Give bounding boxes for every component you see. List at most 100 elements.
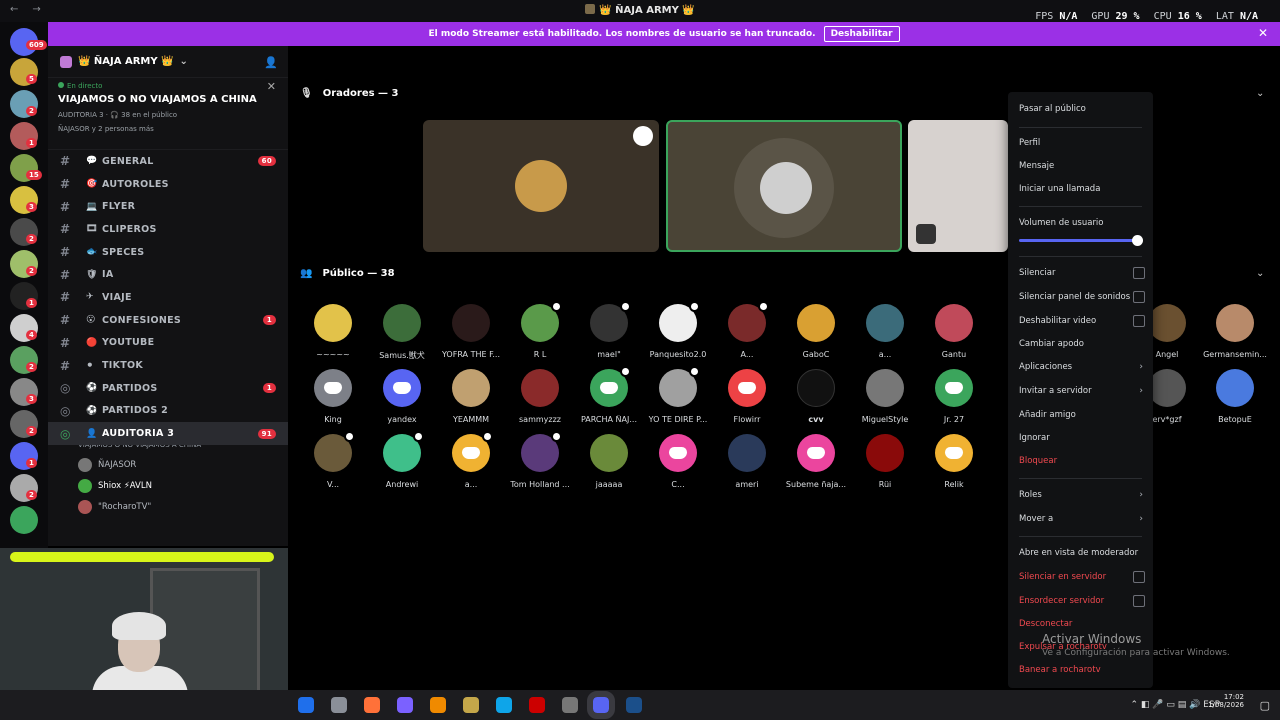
voice-user[interactable]: Shiox ⚡AVLN	[48, 476, 288, 497]
invite-item[interactable]: Invitar a servidor ›	[1019, 386, 1145, 396]
audience-member[interactable]: yandex	[369, 369, 435, 424]
disable-streamer-button[interactable]: Deshabilitar	[823, 26, 900, 42]
slider-knob[interactable]	[1132, 235, 1143, 246]
channel-item[interactable]: # ✈ VIAJE	[48, 286, 288, 309]
clock[interactable]: 17:02 1/08/2026	[1208, 693, 1244, 709]
audience-member[interactable]: mael"	[576, 301, 642, 359]
mod-view-item[interactable]: Abre en vista de moderador	[1019, 548, 1145, 558]
outlook-icon[interactable]	[298, 697, 314, 713]
audience-member[interactable]: YEAMMM	[438, 369, 504, 424]
channel-item[interactable]: # 🔴 YOUTUBE	[48, 332, 288, 355]
disable-video-item[interactable]: Deshabilitar video	[1019, 315, 1145, 327]
audience-member[interactable]: ameri	[714, 434, 780, 489]
audience-member[interactable]: GaboC	[783, 304, 849, 359]
chevron-down-icon[interactable]: ⌄	[1256, 88, 1264, 99]
audience-member[interactable]: YOFRA THE F...	[438, 304, 504, 359]
audience-member[interactable]: Subeme ñaja...	[783, 434, 849, 489]
steam-icon[interactable]	[626, 697, 642, 713]
audience-member[interactable]: R L	[507, 301, 573, 359]
audience-member[interactable]: Flowirr	[714, 369, 780, 424]
audience-member[interactable]: C...	[645, 434, 711, 489]
checkbox[interactable]	[1133, 267, 1145, 279]
audience-member[interactable]: Gantu	[921, 304, 987, 359]
mute-item[interactable]: Silenciar	[1019, 267, 1145, 279]
ban-item[interactable]: Banear a rocharotv	[1019, 665, 1145, 675]
chevron-down-icon[interactable]: ⌄	[1256, 268, 1264, 279]
voice-user[interactable]: "RocharoTV"	[48, 497, 288, 518]
channel-item[interactable]: # 🎯 AUTOROLES	[48, 173, 288, 196]
audience-member[interactable]: ~~~~~	[300, 304, 366, 359]
channel-item[interactable]: # 🎞 CLIPEROS	[48, 218, 288, 241]
speaker-tile[interactable]	[666, 120, 902, 252]
speaker-tile[interactable]	[908, 120, 1008, 252]
channel-item[interactable]: # ⚫ TIKTOK	[48, 354, 288, 377]
audience-member[interactable]: a...	[852, 304, 918, 359]
audience-member[interactable]: cvv	[783, 369, 849, 424]
voice-channel-item[interactable]: ◎ ⚽ PARTIDOS 1	[48, 377, 288, 400]
mute-soundboard-item[interactable]: Silenciar panel de sonidos	[1019, 291, 1145, 303]
message-item[interactable]: Mensaje	[1019, 161, 1145, 171]
channel-item[interactable]: # 💻 FLYER	[48, 195, 288, 218]
opera-icon[interactable]	[529, 697, 545, 713]
channel-item[interactable]: # 😮 CONFESIONES 1	[48, 309, 288, 332]
audience-member[interactable]: Relik	[921, 434, 987, 489]
checkbox[interactable]	[1133, 315, 1145, 327]
audience-member[interactable]: King	[300, 369, 366, 424]
explorer-icon[interactable]	[331, 697, 347, 713]
call-item[interactable]: Iniciar una llamada	[1019, 184, 1145, 194]
edge-icon[interactable]	[496, 697, 512, 713]
user-volume-slider[interactable]	[1019, 235, 1143, 246]
audience-member[interactable]: Samus.獣犬	[369, 304, 435, 361]
server-mute-item[interactable]: Silenciar en servidor	[1019, 571, 1145, 583]
copilot-icon[interactable]	[397, 697, 413, 713]
move-to-audience-item[interactable]: Pasar al público	[1019, 104, 1145, 114]
audience-member[interactable]: a...	[438, 431, 504, 489]
roles-item[interactable]: Roles ›	[1019, 490, 1145, 500]
channel-item[interactable]: # 💬 GENERAL 60	[48, 150, 288, 173]
audience-member[interactable]: Panquesito2.0	[645, 301, 711, 359]
change-nickname-item[interactable]: Cambiar apodo	[1019, 339, 1145, 349]
add-friend-item[interactable]: Añadir amigo	[1019, 410, 1145, 420]
checkbox[interactable]	[1133, 291, 1145, 303]
close-icon[interactable]: ✕	[1258, 26, 1268, 40]
discord-icon[interactable]	[587, 691, 615, 719]
profile-item[interactable]: Perfil	[1019, 138, 1145, 148]
block-item[interactable]: Bloquear	[1019, 456, 1145, 466]
audience-member[interactable]: Jr. 27	[921, 369, 987, 424]
vlc-icon[interactable]	[430, 697, 446, 713]
server-header[interactable]: 👑 ÑAJA ARMY 👑 ⌄ 👤	[48, 46, 288, 78]
audience-member[interactable]: PARCHA ÑAJ...	[576, 366, 642, 424]
system-tray[interactable]: ⌃ ◧ 🎤 ▭ ▤ 🔊 ESP	[1131, 700, 1220, 710]
audience-member[interactable]: Germansemin...	[1202, 304, 1268, 359]
apps-item[interactable]: Aplicaciones ›	[1019, 362, 1145, 372]
disconnect-item[interactable]: Desconectar	[1019, 619, 1145, 629]
obs-icon[interactable]	[562, 697, 578, 713]
server-deafen-item[interactable]: Ensordecer servidor	[1019, 595, 1145, 607]
voice-channel-item[interactable]: ◎ ⚽ PARTIDOS 2	[48, 400, 288, 423]
audience-member[interactable]: BetopuE	[1202, 369, 1268, 424]
audience-member[interactable]: Tom Holland ...	[507, 431, 573, 489]
audience-member[interactable]: A...	[714, 301, 780, 359]
live-stage-card[interactable]: En directo VIAJAMOS O NO VIAJAMOS A CHIN…	[48, 78, 288, 150]
checkbox[interactable]	[1133, 595, 1145, 607]
stage-channel-item[interactable]: ◎ 👤 AUDITORIA 3 91	[48, 422, 288, 445]
audience-member[interactable]: jaaaaa	[576, 434, 642, 489]
audience-member[interactable]: sammyzzz	[507, 369, 573, 424]
checkbox[interactable]	[1133, 571, 1145, 583]
audience-member[interactable]: YO TE DIRE P...	[645, 366, 711, 424]
move-to-item[interactable]: Mover a ›	[1019, 514, 1145, 524]
firefox-icon[interactable]	[364, 697, 380, 713]
voice-user[interactable]: ÑAJASOR	[48, 455, 288, 476]
audience-member[interactable]: Rüi	[852, 434, 918, 489]
close-icon[interactable]: ✕	[267, 80, 276, 93]
ignore-item[interactable]: Ignorar	[1019, 433, 1145, 443]
store-icon[interactable]	[463, 697, 479, 713]
audience-member[interactable]: V...	[300, 431, 366, 489]
channel-item[interactable]: # 🐟 SPECES	[48, 241, 288, 264]
audience-member[interactable]: Andrewi	[369, 431, 435, 489]
audience-member[interactable]: MiguelStyle	[852, 369, 918, 424]
channel-item[interactable]: # 🛡 IA	[48, 263, 288, 286]
add-member-icon[interactable]: 👤	[264, 56, 278, 69]
notifications-icon[interactable]: ▢	[1260, 699, 1270, 712]
speaker-tile[interactable]	[423, 120, 659, 252]
